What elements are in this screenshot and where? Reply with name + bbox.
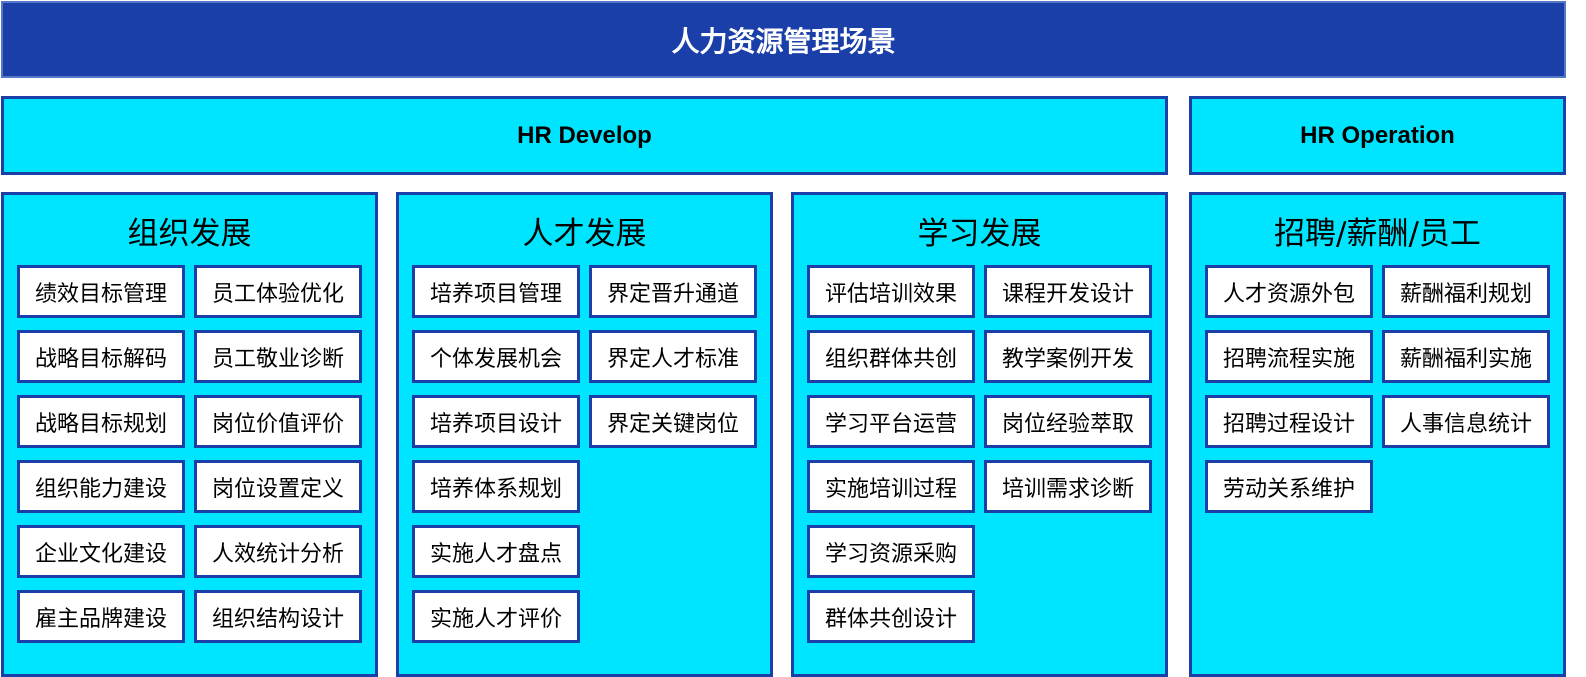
panel-title: 人才发展 (522, 216, 647, 252)
item-box: 员工体验优化 (194, 265, 362, 318)
item-box: 人事信息统计 (1382, 395, 1550, 448)
item-box: 培训需求诊断 (984, 460, 1152, 513)
item-box: 员工敬业诊断 (194, 330, 362, 383)
item-box: 学习平台运营 (807, 395, 975, 448)
item-box: 人效统计分析 (194, 525, 362, 578)
item-box: 界定人才标准 (589, 330, 757, 383)
item-box: 培养项目设计 (412, 395, 580, 448)
item-box: 评估培训效果 (807, 265, 975, 318)
item-box: 薪酬福利实施 (1382, 330, 1550, 383)
item-box: 培养项目管理 (412, 265, 580, 318)
item-box: 薪酬福利规划 (1382, 265, 1550, 318)
item-box: 人才资源外包 (1205, 265, 1373, 318)
item-box: 群体共创设计 (807, 590, 975, 643)
item-box: 战略目标解码 (17, 330, 185, 383)
item-box: 劳动关系维护 (1205, 460, 1373, 513)
item-box: 学习资源采购 (807, 525, 975, 578)
hr-operation-banner: HR Operation (1189, 96, 1566, 175)
item-box: 企业文化建设 (17, 525, 185, 578)
item-box: 个体发展机会 (412, 330, 580, 383)
panel-title: 招聘/薪酬/员工 (1274, 216, 1481, 252)
panel-title: 组织发展 (127, 216, 252, 252)
panel-title: 学习发展 (917, 216, 1042, 252)
item-box: 绩效目标管理 (17, 265, 185, 318)
item-box: 雇主品牌建设 (17, 590, 185, 643)
item-box: 岗位设置定义 (194, 460, 362, 513)
panel-talent-development: 人才发展 培养项目管理 界定晋升通道 个体发展机会 界定人才标准 培养项目设计 … (396, 192, 773, 677)
panel-learning-development: 学习发展 评估培训效果 课程开发设计 组织群体共创 教学案例开发 学习平台运营 … (791, 192, 1168, 677)
panel-recruit-pay-employee: 招聘/薪酬/员工 人才资源外包 薪酬福利规划 招聘流程实施 薪酬福利实施 招聘过… (1189, 192, 1566, 677)
item-box: 组织结构设计 (194, 590, 362, 643)
item-box: 组织能力建设 (17, 460, 185, 513)
item-box: 实施培训过程 (807, 460, 975, 513)
item-box: 实施人才评价 (412, 590, 580, 643)
panel-org-development: 组织发展 绩效目标管理 员工体验优化 战略目标解码 员工敬业诊断 战略目标规划 … (1, 192, 378, 677)
item-box: 课程开发设计 (984, 265, 1152, 318)
item-box: 组织群体共创 (807, 330, 975, 383)
item-box: 界定关键岗位 (589, 395, 757, 448)
item-box: 实施人才盘点 (412, 525, 580, 578)
item-box: 培养体系规划 (412, 460, 580, 513)
item-box: 招聘过程设计 (1205, 395, 1373, 448)
item-box: 教学案例开发 (984, 330, 1152, 383)
item-box: 界定晋升通道 (589, 265, 757, 318)
item-box: 岗位价值评价 (194, 395, 362, 448)
page-title: 人力资源管理场景 (1, 1, 1566, 78)
item-box: 战略目标规划 (17, 395, 185, 448)
item-box: 招聘流程实施 (1205, 330, 1373, 383)
hr-develop-banner: HR Develop (1, 96, 1168, 175)
item-box: 岗位经验萃取 (984, 395, 1152, 448)
